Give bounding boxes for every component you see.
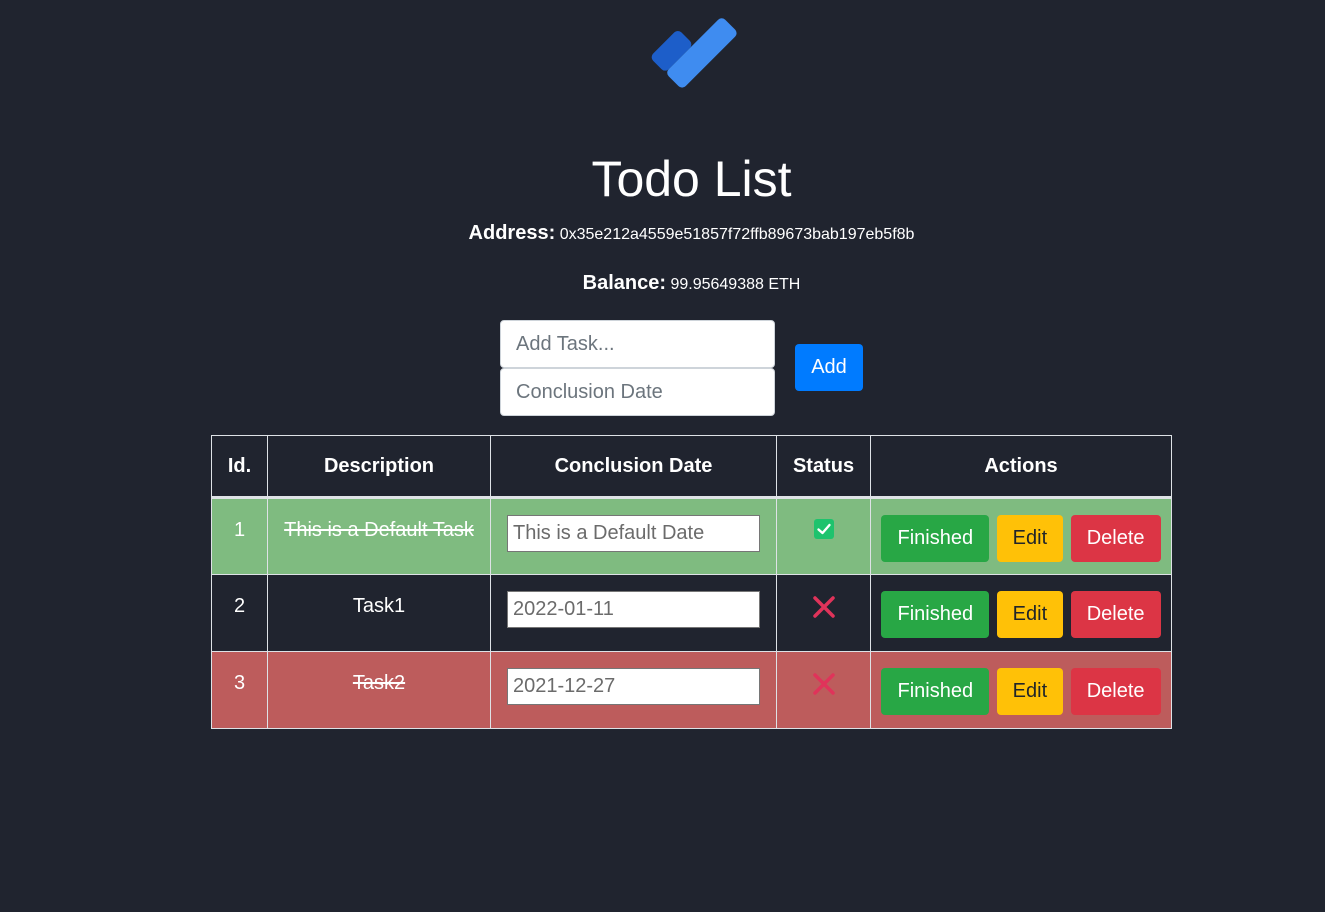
finished-button[interactable]: Finished xyxy=(881,591,990,638)
header-description: Description xyxy=(267,435,491,499)
add-task-form xyxy=(500,320,775,416)
todo-table: Id. Description Conclusion Date Status A… xyxy=(211,435,1172,729)
row-date-cell xyxy=(490,497,777,575)
page: Todo List Address: 0x35e212a4559e51857f7… xyxy=(0,0,1325,912)
table-row: 2 Task1 Finished Edit Delete xyxy=(211,574,1172,652)
add-button[interactable]: Add xyxy=(795,344,863,391)
row-date-cell xyxy=(490,574,777,652)
row-date-input[interactable] xyxy=(507,591,760,628)
edit-button[interactable]: Edit xyxy=(996,515,1064,562)
balance-line: Balance: 99.95649388 ETH xyxy=(0,272,1325,295)
row-status xyxy=(776,497,871,575)
conclusion-date-input[interactable] xyxy=(500,368,775,416)
header-actions: Actions xyxy=(870,435,1172,499)
task-input[interactable] xyxy=(500,320,775,368)
row-description: Task1 xyxy=(267,574,491,652)
address-label: Address: xyxy=(468,222,556,244)
check-icon xyxy=(813,519,834,539)
row-status xyxy=(776,574,871,652)
finished-button[interactable]: Finished xyxy=(881,668,990,715)
row-id: 3 xyxy=(211,651,268,729)
table-row: 1 This is a Default Task Finished Edit D… xyxy=(211,497,1172,575)
balance-value: 99.95649388 ETH xyxy=(670,276,801,293)
row-date-input[interactable] xyxy=(507,668,760,705)
header-status: Status xyxy=(776,435,871,499)
delete-button[interactable]: Delete xyxy=(1070,591,1161,638)
row-status xyxy=(776,651,871,729)
x-icon xyxy=(812,596,835,618)
row-actions: Finished Edit Delete xyxy=(870,574,1172,652)
table-row: 3 Task2 Finished Edit Delete xyxy=(211,651,1172,729)
address-line: Address: 0x35e212a4559e51857f72ffb89673b… xyxy=(0,222,1325,245)
edit-button[interactable]: Edit xyxy=(996,591,1064,638)
table-header-row: Id. Description Conclusion Date Status A… xyxy=(211,435,1172,499)
row-date-cell xyxy=(490,651,777,729)
delete-button[interactable]: Delete xyxy=(1070,668,1161,715)
header-conclusion-date: Conclusion Date xyxy=(490,435,777,499)
page-title: Todo List xyxy=(591,151,792,207)
row-actions: Finished Edit Delete xyxy=(870,497,1172,575)
address-value: 0x35e212a4559e51857f72ffb89673bab197eb5f… xyxy=(559,226,915,243)
row-description: This is a Default Task xyxy=(267,497,491,575)
edit-button[interactable]: Edit xyxy=(996,668,1064,715)
balance-label: Balance: xyxy=(582,272,667,294)
row-actions: Finished Edit Delete xyxy=(870,651,1172,729)
checkmark-logo-icon xyxy=(651,18,737,88)
delete-button[interactable]: Delete xyxy=(1070,515,1161,562)
header-id: Id. xyxy=(211,435,268,499)
x-icon xyxy=(812,673,835,695)
row-id: 2 xyxy=(211,574,268,652)
row-description: Task2 xyxy=(267,651,491,729)
row-id: 1 xyxy=(211,497,268,575)
finished-button[interactable]: Finished xyxy=(881,515,990,562)
row-date-input[interactable] xyxy=(507,515,760,552)
